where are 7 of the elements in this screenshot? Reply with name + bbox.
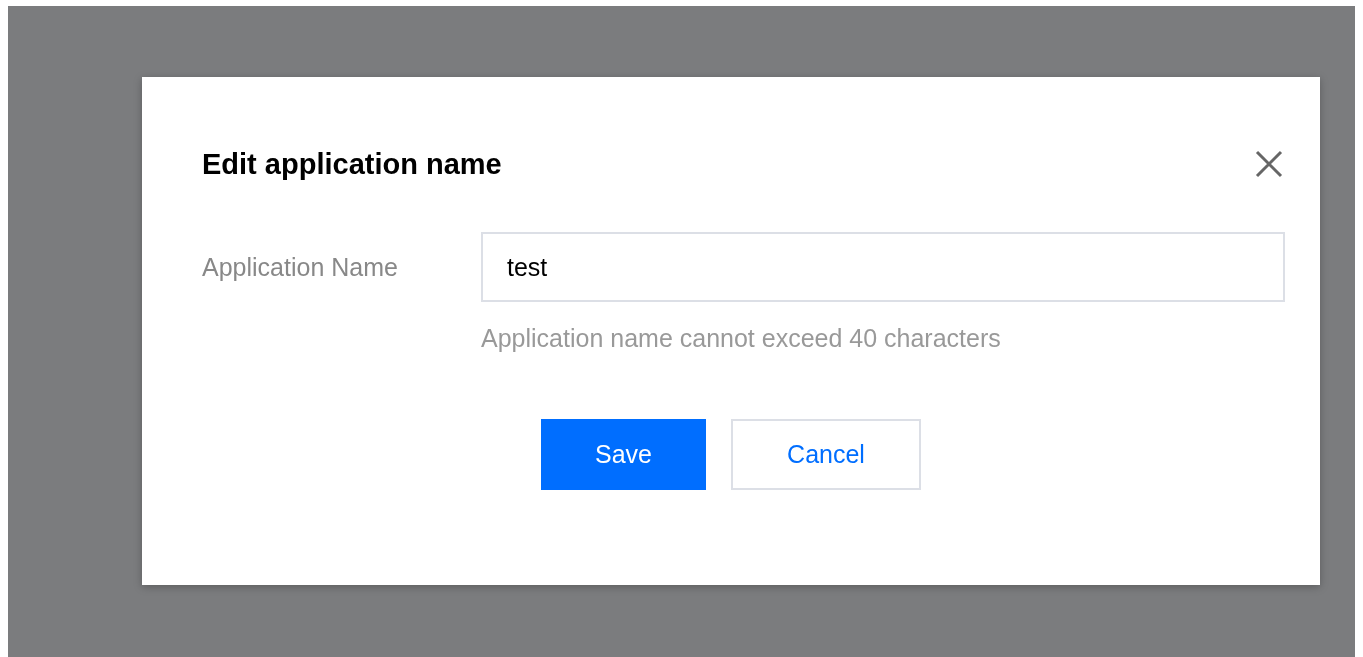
close-icon[interactable] xyxy=(1254,149,1284,179)
input-field[interactable]: test xyxy=(481,232,1285,302)
cancel-button[interactable]: Cancel xyxy=(731,419,921,490)
field-label: Application Name xyxy=(202,252,399,282)
help-text: Application name cannot exceed 40 characters xyxy=(481,324,1002,353)
dialog-title: Edit application name xyxy=(202,147,502,181)
save-button[interactable]: Save xyxy=(541,419,706,490)
